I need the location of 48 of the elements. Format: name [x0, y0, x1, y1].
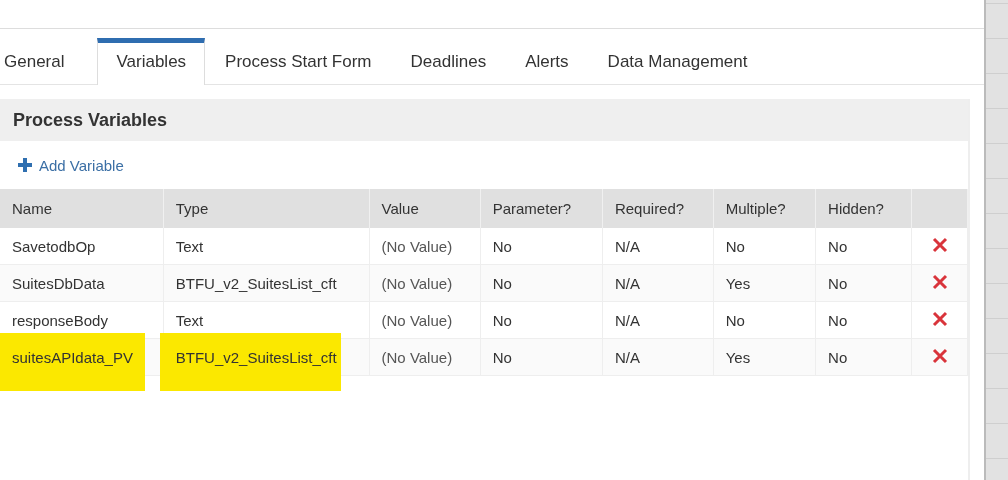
table-cell: No	[492, 274, 512, 292]
table-cell: N/A	[614, 348, 640, 366]
table-cell: suitesAPIdata_PV	[12, 348, 133, 366]
tab[interactable]: Deadlines	[406, 38, 506, 84]
table-cell: (No Value)	[381, 274, 453, 292]
table-cell: Yes	[725, 348, 751, 366]
table-cell: No	[492, 237, 512, 255]
table-cell: N/A	[614, 311, 640, 329]
table-cell: No	[828, 274, 848, 292]
table-cell: responseBody	[12, 311, 108, 329]
table-cell: No	[725, 311, 745, 329]
column-header: Multiple?	[713, 189, 816, 228]
table-cell: No	[828, 237, 848, 255]
plus-icon	[18, 158, 32, 172]
column-header: Hidden?	[815, 189, 912, 228]
delete-icon[interactable]	[931, 347, 948, 364]
tab[interactable]: Alerts	[521, 38, 588, 84]
table-cell: No	[725, 237, 745, 255]
column-header: Name	[0, 189, 164, 228]
tab[interactable]: Data Management	[603, 38, 767, 84]
table-cell: (No Value)	[381, 237, 453, 255]
column-header: Required?	[602, 189, 714, 228]
table-cell: Text	[175, 311, 204, 329]
table-cell: N/A	[614, 274, 640, 292]
table-cell: No	[828, 311, 848, 329]
panel-title: Process Variables	[0, 99, 968, 141]
delete-icon[interactable]	[931, 236, 948, 253]
tab[interactable]: Process Start Form	[221, 38, 391, 84]
table-cell: BTFU_v2_SuitesList_cft	[175, 348, 337, 366]
delete-icon[interactable]	[931, 273, 948, 290]
tab[interactable]: General	[0, 38, 84, 84]
column-header: Value	[369, 189, 481, 228]
table-cell: No	[828, 348, 848, 366]
table-cell: No	[492, 311, 512, 329]
table-cell: Yes	[725, 274, 751, 292]
table-cell: (No Value)	[381, 311, 453, 329]
table-cell: N/A	[614, 237, 640, 255]
column-header: Type	[163, 189, 370, 228]
table-cell: BTFU_v2_SuitesList_cft	[175, 274, 337, 292]
table-cell: (No Value)	[381, 348, 453, 366]
delete-icon[interactable]	[931, 310, 948, 327]
table-cell: Text	[175, 237, 204, 255]
table-cell: SavetodbOp	[12, 237, 96, 255]
table-cell: No	[492, 348, 512, 366]
column-header: Parameter?	[480, 189, 603, 228]
table-cell: SuitesDbData	[12, 274, 105, 292]
tab[interactable]: Variables	[97, 38, 206, 85]
add-variable-link[interactable]: Add Variable	[18, 156, 124, 174]
